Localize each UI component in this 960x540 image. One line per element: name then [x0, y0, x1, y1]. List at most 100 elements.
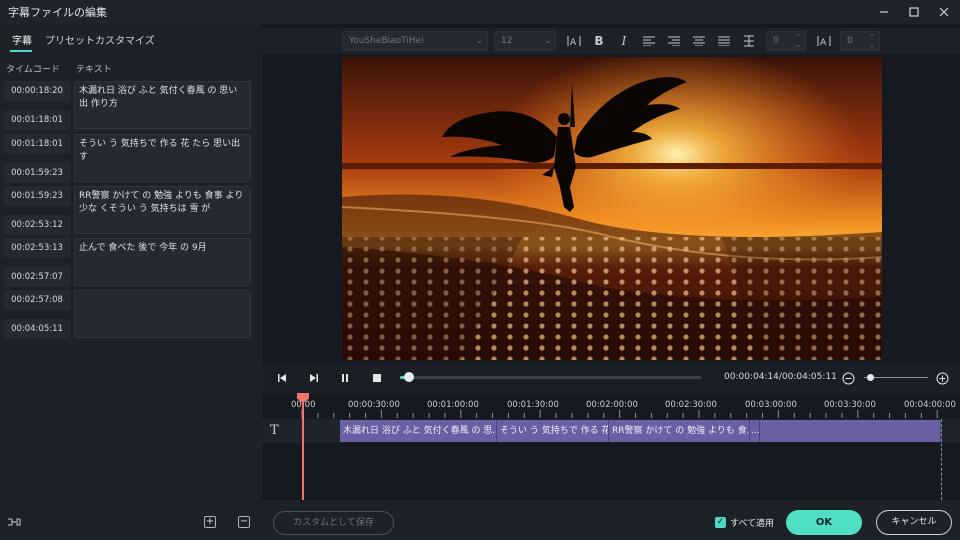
pause-icon [342, 374, 348, 382]
zoom-in-icon [936, 372, 948, 384]
scrubber-handle[interactable] [404, 372, 415, 382]
end-timecode[interactable]: 00:02:53:12 [4, 215, 70, 235]
align-right-icon[interactable] [666, 33, 682, 49]
zoom-out-button[interactable] [840, 370, 856, 386]
remove-subtitle-button[interactable]: − [236, 514, 252, 530]
minus-icon: − [238, 516, 250, 528]
close-button[interactable] [932, 2, 956, 22]
window-title: 字幕ファイルの編集 [8, 6, 107, 19]
start-timecode[interactable]: 00:02:53:13 [4, 238, 70, 258]
bold-icon[interactable]: B [591, 33, 607, 49]
spinner-icon[interactable]: ⌃ ⌄ [869, 33, 875, 49]
ruler-label: 00:01:00:00 [427, 400, 479, 410]
active-tab-indicator [10, 50, 32, 52]
font-select[interactable]: YouSheBiaoTiHei ⌄ [342, 31, 488, 51]
timecode-column-header: タイムコード [6, 65, 60, 75]
step-back-icon [278, 374, 286, 382]
ruler-label: 00:03:00:00 [745, 400, 797, 410]
tab-customize[interactable]: カスタマイズ [95, 32, 155, 47]
align-center-icon[interactable] [691, 33, 707, 49]
start-timecode[interactable]: 00:01:59:23 [4, 186, 70, 206]
timeline-end-marker [941, 419, 942, 500]
start-timecode[interactable]: 00:02:57:08 [4, 290, 70, 310]
svg-text:A: A [570, 38, 577, 47]
subtitle-row[interactable]: 00:00:18:20 00:01:18:01 木漏れ日 浴び ふと 気付く春風… [4, 81, 252, 130]
add-subtitle-button[interactable]: + [202, 514, 218, 530]
strikethrough-icon[interactable] [741, 33, 757, 49]
subtitle-row[interactable]: 00:02:53:13 00:02:57:07 止んで 食べた 後で 今年 の … [4, 238, 252, 287]
cancel-button[interactable]: キャンセル [876, 510, 952, 535]
italic-icon[interactable]: I [616, 33, 632, 49]
spinner-icon[interactable]: ⌃ ⌄ [795, 33, 801, 49]
subtitle-clip[interactable]: ... [750, 420, 760, 442]
pause-button[interactable] [337, 370, 353, 386]
subtitle-clip[interactable]: RR警察 かけて の 勉強 よりも 食... [609, 420, 750, 442]
end-timecode[interactable]: 00:01:18:01 [4, 110, 70, 130]
subtitle-clip[interactable]: そうい う 気持ちで 作る 花... [497, 420, 609, 442]
char-spacing-input[interactable]: 0 ⌃ ⌄ [766, 31, 806, 51]
ruler-label: 00:03:30:00 [824, 400, 876, 410]
subtitle-text[interactable]: そうい う 気持ちで 作る 花 たら 思い出す [74, 134, 251, 182]
save-as-custom-button[interactable]: カスタムとして保存 [273, 511, 394, 535]
subtitle-text[interactable] [74, 290, 251, 338]
maximize-button[interactable] [902, 2, 926, 22]
start-timecode[interactable]: 00:01:18:01 [4, 134, 70, 154]
maximize-icon [909, 7, 919, 17]
tab-presets[interactable]: プリセット [45, 32, 95, 47]
subtitle-text[interactable]: 止んで 食べた 後で 今年 の 9月 [74, 238, 251, 286]
playback-scrubber[interactable] [400, 376, 702, 379]
subtitle-text[interactable]: 木漏れ日 浴び ふと 気付く春風 の 思い出 作り方 [74, 81, 251, 129]
tab-subtitles[interactable]: 字幕 [12, 32, 32, 47]
font-select-value: YouSheBiaoTiHei [349, 36, 424, 46]
font-size-select[interactable]: 12 ⌄ [494, 31, 556, 51]
text-track-icon: T [270, 423, 279, 438]
next-frame-button[interactable] [306, 370, 322, 386]
split-subtitle-button[interactable] [6, 514, 22, 530]
start-timecode[interactable]: 00:00:18:20 [4, 81, 70, 101]
subtitle-row[interactable]: 00:02:57:08 00:04:05:11 [4, 290, 252, 339]
step-forward-icon [310, 374, 318, 382]
line-spacing-icon[interactable]: A [816, 33, 832, 49]
stop-button[interactable] [369, 370, 385, 386]
align-left-icon[interactable] [641, 33, 657, 49]
minimize-button[interactable] [872, 2, 896, 22]
subtitle-list-panel: 字幕 プリセット カスタマイズ タイムコード テキスト 00:00:18:20 … [0, 24, 262, 540]
char-spacing-icon[interactable]: A [566, 33, 582, 49]
subtitle-text[interactable]: RR警察 かけて の 勉強 よりも 食事 より 少な くそうい う 気持ちは 雪… [74, 186, 251, 234]
subtitle-row[interactable]: 00:01:59:23 00:02:53:12 RR警察 かけて の 勉強 より… [4, 186, 252, 235]
zoom-out-icon [842, 372, 854, 384]
end-timecode[interactable]: 00:01:59:23 [4, 163, 70, 183]
minimize-icon [880, 11, 888, 13]
sunset-angel-image [342, 57, 882, 360]
line-spacing-value: 0 [847, 36, 853, 46]
prev-frame-button[interactable] [274, 370, 290, 386]
font-size-value: 12 [501, 36, 513, 46]
close-icon [939, 7, 949, 17]
playhead[interactable] [302, 399, 304, 500]
ruler-label: 00:01:30:00 [507, 400, 559, 410]
subtitle-clip[interactable] [760, 420, 941, 442]
subtitle-clip[interactable]: 木漏れ日 浴び ふと 気付く春風 の 思... [340, 420, 497, 442]
plus-icon: + [204, 516, 216, 528]
apply-all-label[interactable]: すべて適用 [730, 516, 774, 529]
stop-icon [373, 374, 381, 382]
ok-button[interactable]: OK [786, 510, 862, 535]
svg-text:A: A [820, 38, 827, 47]
ruler-label: 00:02:30:00 [665, 400, 717, 410]
end-timecode[interactable]: 00:04:05:11 [4, 319, 70, 339]
ruler-label: 00:04:00:00 [904, 400, 956, 410]
chevron-down-icon: ⌄ [476, 36, 483, 45]
timeline-ruler[interactable] [292, 410, 952, 418]
end-timecode[interactable]: 00:02:57:07 [4, 267, 70, 287]
apply-all-checkbox[interactable]: ✓ [715, 517, 726, 528]
line-spacing-input[interactable]: 0 ⌃ ⌄ [840, 31, 880, 51]
chevron-down-icon: ⌄ [544, 36, 551, 45]
ruler-label: 00:00:30:00 [348, 400, 400, 410]
panel-tabs: 字幕 プリセット カスタマイズ [0, 30, 262, 52]
video-preview [342, 57, 882, 360]
text-column-header: テキスト [76, 65, 112, 75]
subtitle-row[interactable]: 00:01:18:01 00:01:59:23 そうい う 気持ちで 作る 花 … [4, 134, 252, 183]
align-justify-icon[interactable] [716, 33, 732, 49]
playback-timecode: 00:00:04:14/00:04:05:11 [724, 372, 837, 382]
zoom-in-button[interactable] [934, 370, 950, 386]
